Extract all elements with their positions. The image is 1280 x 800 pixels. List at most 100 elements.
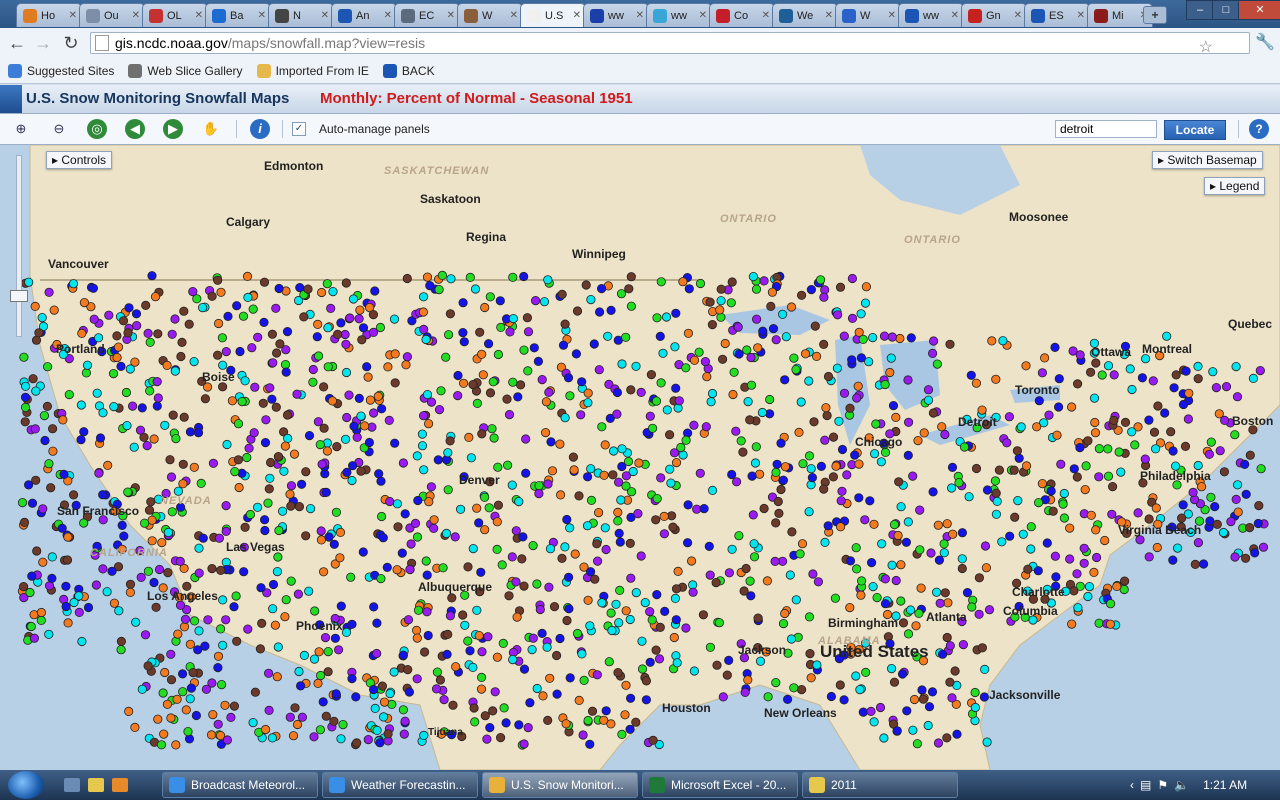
station-marker[interactable] [114,606,124,616]
station-marker[interactable] [162,360,172,370]
station-marker[interactable] [617,359,627,369]
station-marker[interactable] [1069,586,1079,596]
station-marker[interactable] [552,689,562,699]
station-marker[interactable] [1116,467,1126,477]
station-marker[interactable] [425,281,435,291]
station-marker[interactable] [1204,449,1215,459]
station-marker[interactable] [736,436,746,446]
station-marker[interactable] [153,329,163,339]
station-marker[interactable] [1256,464,1266,474]
station-marker[interactable] [896,560,906,570]
station-marker[interactable] [561,719,571,729]
station-marker[interactable] [465,272,475,282]
station-marker[interactable] [1173,543,1183,553]
station-marker[interactable] [858,707,868,717]
station-marker[interactable] [1166,427,1176,437]
station-marker[interactable] [902,706,912,716]
station-marker[interactable] [412,633,422,643]
station-marker[interactable] [24,277,34,287]
station-marker[interactable] [297,712,307,722]
tab-close-icon[interactable]: ✕ [573,10,581,21]
station-marker[interactable] [626,385,636,395]
station-marker[interactable] [146,497,156,507]
station-marker[interactable] [796,684,807,695]
station-marker[interactable] [560,542,570,552]
station-marker[interactable] [286,481,297,491]
station-marker[interactable] [422,390,433,400]
station-marker[interactable] [226,712,236,723]
station-marker[interactable] [472,605,482,615]
station-marker[interactable] [688,587,698,597]
station-marker[interactable] [495,296,505,306]
station-marker[interactable] [92,388,102,398]
station-marker[interactable] [125,364,135,374]
station-marker[interactable] [621,606,631,616]
station-marker[interactable] [418,292,429,302]
station-marker[interactable] [970,687,980,698]
station-marker[interactable] [329,539,339,549]
zoom-in-icon[interactable]: ⊕ [11,119,31,139]
station-marker[interactable] [179,622,189,632]
station-marker[interactable] [233,455,243,465]
station-marker[interactable] [518,532,528,542]
station-marker[interactable] [896,502,906,512]
station-marker[interactable] [1067,402,1077,412]
station-marker[interactable] [758,326,768,336]
station-marker[interactable] [175,556,185,566]
station-marker[interactable] [277,506,288,516]
station-marker[interactable] [683,328,694,338]
station-marker[interactable] [1193,361,1203,371]
station-marker[interactable] [160,667,170,678]
station-marker[interactable] [1140,454,1150,464]
station-marker[interactable] [842,470,852,480]
station-marker[interactable] [315,670,326,681]
station-marker[interactable] [991,374,1001,384]
identify-info-icon[interactable]: i [250,119,270,139]
station-marker[interactable] [660,606,670,616]
station-marker[interactable] [294,666,304,677]
station-marker[interactable] [959,442,970,452]
station-marker[interactable] [1050,551,1061,561]
station-marker[interactable] [143,566,153,576]
station-marker[interactable] [762,576,773,586]
station-marker[interactable] [116,636,127,646]
station-marker[interactable] [492,652,502,662]
station-marker[interactable] [671,308,681,318]
station-marker[interactable] [319,423,329,433]
station-marker[interactable] [547,466,558,476]
station-marker[interactable] [607,625,617,636]
station-marker[interactable] [634,458,644,468]
station-marker[interactable] [445,309,455,319]
station-marker[interactable] [1079,558,1089,568]
station-marker[interactable] [1026,522,1036,532]
station-marker[interactable] [58,415,68,425]
station-marker[interactable] [463,636,473,646]
station-marker[interactable] [918,694,929,704]
station-marker[interactable] [178,669,188,679]
station-marker[interactable] [21,381,31,391]
station-marker[interactable] [594,365,604,375]
station-marker[interactable] [527,644,537,655]
station-marker[interactable] [36,607,47,618]
station-marker[interactable] [476,567,486,577]
wrench-icon[interactable]: 🔧 [1254,32,1276,54]
station-marker[interactable] [739,586,749,596]
station-marker[interactable] [804,451,815,461]
station-marker[interactable] [1208,367,1218,377]
station-marker[interactable] [208,709,218,720]
minimize-button[interactable]: – [1186,0,1214,20]
station-marker[interactable] [776,484,786,495]
station-marker[interactable] [44,459,54,469]
station-marker[interactable] [429,515,439,525]
station-marker[interactable] [1149,427,1160,437]
tab-close-icon[interactable]: ✕ [321,10,329,21]
station-marker[interactable] [464,432,474,442]
station-marker[interactable] [806,285,817,295]
station-marker[interactable] [923,720,933,731]
station-marker[interactable] [143,661,153,671]
station-marker[interactable] [27,498,38,508]
station-marker[interactable] [484,503,494,513]
station-marker[interactable] [341,278,351,288]
station-marker[interactable] [856,590,866,600]
station-marker[interactable] [508,654,518,665]
